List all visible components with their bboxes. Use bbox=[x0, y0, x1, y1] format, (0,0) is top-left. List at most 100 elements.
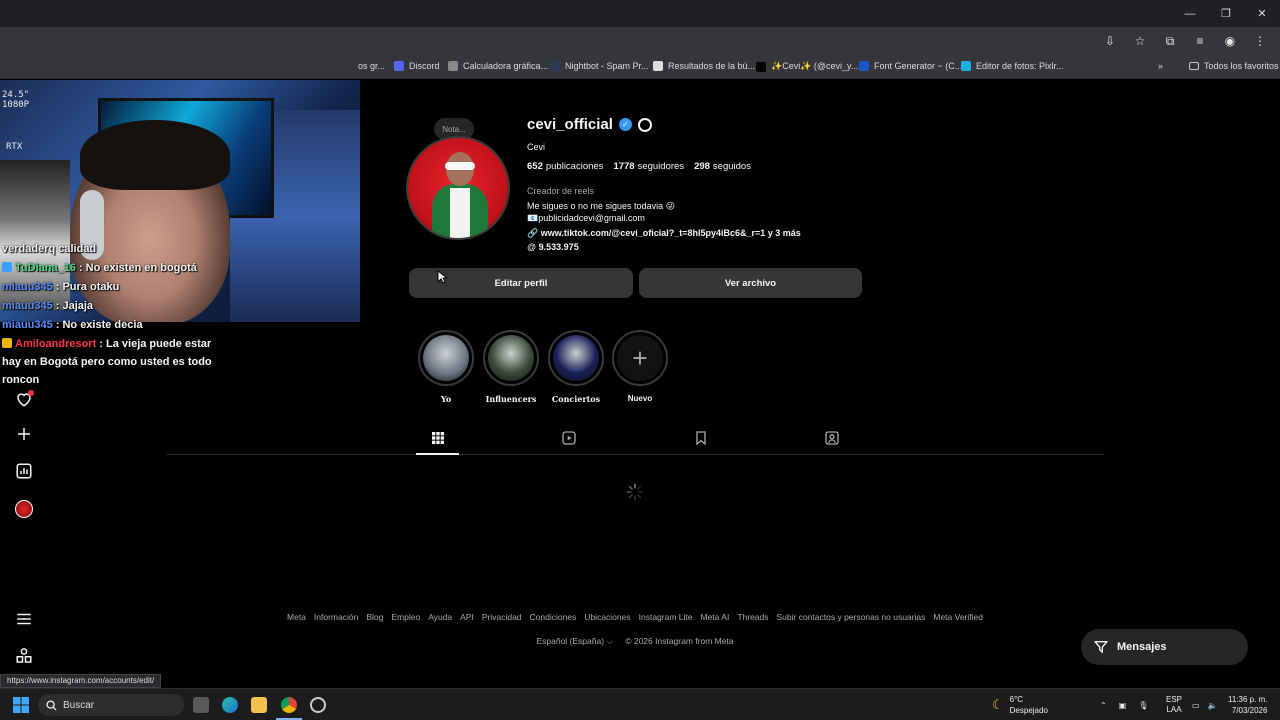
discord-icon bbox=[394, 61, 404, 71]
network-icon[interactable]: ▭ bbox=[1192, 701, 1200, 710]
footer-link[interactable]: Meta bbox=[287, 612, 306, 622]
taskbar-search[interactable]: Buscar bbox=[38, 694, 184, 716]
threads-row[interactable]: @ 9.533.975 bbox=[527, 242, 579, 252]
footer-link[interactable]: API bbox=[460, 612, 474, 622]
clock[interactable]: 11:36 p. m. 7/03/2026 bbox=[1228, 689, 1267, 720]
bookmark-item[interactable]: ✨Cevi✨ (@cevi_y... bbox=[756, 61, 858, 72]
menu-kebab-icon[interactable]: ⋮ bbox=[1248, 29, 1272, 53]
all-bookmarks-label: Todos los favoritos bbox=[1204, 61, 1279, 71]
chat-username: TuDiana_16 bbox=[15, 262, 76, 274]
task-view-icon[interactable] bbox=[193, 697, 209, 713]
highlight-item[interactable]: Conciertos bbox=[548, 330, 604, 404]
tray-app-icon[interactable]: ▣ bbox=[1119, 701, 1127, 710]
posts-count: 652 publicaciones bbox=[527, 161, 604, 172]
footer-link[interactable]: Meta AI bbox=[701, 612, 730, 622]
chat-message: miauu345: Pura otaku bbox=[2, 278, 217, 296]
minimize-button[interactable]: — bbox=[1172, 0, 1208, 27]
followers-count[interactable]: 1778 seguidores bbox=[613, 161, 684, 172]
extensions-icon[interactable]: ⧉ bbox=[1158, 29, 1182, 53]
input-language[interactable]: ESP LAA bbox=[1166, 689, 1182, 720]
chat-message: miauu345: Jajaja bbox=[2, 297, 217, 315]
chat-text: : Pura otaku bbox=[55, 281, 120, 293]
webcam-streamer-hair bbox=[80, 120, 230, 190]
create-plus-icon[interactable] bbox=[15, 425, 33, 443]
windows-start-icon[interactable] bbox=[13, 697, 29, 713]
status-bar-url: https://www.instagram.com/accounts/edit/ bbox=[0, 674, 162, 688]
bookmark-label: Editor de fotos: Pixlr... bbox=[976, 61, 1064, 71]
media-control-icon[interactable]: ≡ bbox=[1188, 29, 1212, 53]
also-from-meta-icon[interactable] bbox=[15, 647, 33, 665]
reels-tab-icon[interactable] bbox=[561, 430, 577, 446]
footer-link[interactable]: Threads bbox=[737, 612, 768, 622]
threads-count: 9.533.975 bbox=[538, 242, 579, 252]
calculator-icon bbox=[448, 61, 458, 71]
following-count[interactable]: 298 seguidos bbox=[694, 161, 751, 172]
lang-line: ESP bbox=[1166, 695, 1183, 704]
highlight-item[interactable]: Influencers bbox=[483, 330, 539, 404]
language-selector[interactable]: Español (España) ⌵ bbox=[536, 636, 612, 646]
chevron-double-right-icon: » bbox=[1158, 61, 1164, 71]
footer-link[interactable]: Meta Verified bbox=[933, 612, 983, 622]
chrome-browser-icon[interactable] bbox=[281, 697, 297, 713]
footer-link[interactable]: Blog bbox=[366, 612, 383, 622]
footer-link[interactable]: Ayuda bbox=[428, 612, 452, 622]
saved-tab-icon[interactable] bbox=[693, 430, 709, 446]
footer-link[interactable]: Subir contactos y personas no usuarias bbox=[777, 612, 926, 622]
search-icon bbox=[46, 699, 57, 711]
new-highlight-button[interactable]: + Nuevo bbox=[612, 330, 668, 403]
instagram-page: 24.5" 1080P RTX verdaderq calidad TuDiana… bbox=[0, 80, 1280, 688]
tray-status-icons: ▭ 🔈 bbox=[1192, 689, 1218, 720]
footer-link[interactable]: Ubicaciones bbox=[584, 612, 630, 622]
app-icon[interactable] bbox=[310, 697, 326, 713]
settings-gear-icon[interactable] bbox=[637, 117, 652, 132]
profile-category: Creador de reels bbox=[527, 186, 595, 196]
messages-button[interactable]: Mensajes bbox=[1081, 629, 1248, 665]
bookmark-item[interactable]: Font Generator ~ (C... bbox=[859, 61, 962, 71]
pixlr-icon bbox=[961, 61, 971, 71]
tagged-tab-icon[interactable] bbox=[824, 430, 840, 446]
view-archive-button[interactable]: Ver archivo bbox=[639, 268, 862, 298]
bookmark-item[interactable]: Nightbot - Spam Pr... bbox=[550, 61, 649, 71]
profile-avatar[interactable] bbox=[406, 136, 510, 240]
weather-widget[interactable]: ☾ 6°C Despejado bbox=[992, 689, 1048, 720]
moon-icon: ☾ bbox=[992, 697, 1004, 712]
dashboard-icon[interactable] bbox=[15, 462, 33, 480]
footer-link[interactable]: Información bbox=[314, 612, 358, 622]
posts-grid-tab-icon[interactable] bbox=[430, 430, 446, 446]
close-button[interactable]: ✕ bbox=[1244, 0, 1280, 27]
bookmark-item[interactable]: Editor de fotos: Pixlr... bbox=[961, 61, 1064, 71]
tray-chevron-up-icon[interactable]: ⌃ bbox=[1100, 701, 1107, 710]
footer-link[interactable]: Condiciones bbox=[530, 612, 577, 622]
footer-bottom: Español (España) ⌵ © 2026 Instagram from… bbox=[0, 636, 1270, 647]
system-tray: ⌃ ▣ 🎙 bbox=[1100, 689, 1148, 720]
clock-time: 11:36 p. m. bbox=[1228, 695, 1268, 704]
install-app-icon[interactable]: ⇩ bbox=[1098, 29, 1122, 53]
bookmark-item[interactable]: os gr... bbox=[358, 61, 385, 71]
clock-date: 7/03/2026 bbox=[1231, 706, 1268, 715]
file-explorer-icon[interactable] bbox=[251, 697, 267, 713]
bookmark-item[interactable]: Discord bbox=[394, 61, 440, 71]
footer-link[interactable]: Privacidad bbox=[482, 612, 522, 622]
highlight-ring bbox=[483, 330, 539, 386]
bookmark-item[interactable]: Calculadora gráfica... bbox=[448, 61, 548, 71]
volume-icon[interactable]: 🔈 bbox=[1208, 701, 1218, 710]
footer-link[interactable]: Empleo bbox=[391, 612, 420, 622]
bookmark-star-icon[interactable]: ☆ bbox=[1128, 29, 1152, 53]
stream-chat-overlay: verdaderq calidad TuDiana_16: No existen … bbox=[2, 240, 217, 390]
highlight-item[interactable]: Yo bbox=[418, 330, 474, 404]
microphone-icon[interactable]: 🎙 bbox=[1138, 701, 1148, 710]
edge-browser-icon[interactable] bbox=[222, 697, 238, 713]
bio-link-row[interactable]: 🔗 www.tiktok.com/@cevi_oficial?_t=8hl5py… bbox=[527, 228, 801, 239]
chat-text: : No existe decia bbox=[55, 319, 143, 331]
profile-nav-avatar[interactable] bbox=[15, 500, 33, 518]
all-bookmarks-button[interactable]: Todos los favoritos bbox=[1189, 61, 1279, 71]
windows-taskbar: Buscar ☾ 6°C Despejado ⌃ ▣ 🎙 ESP LAA ▭ 🔈 bbox=[0, 688, 1280, 720]
profile-avatar-icon[interactable]: ◉ bbox=[1218, 29, 1242, 53]
profile-username-row: cevi_official ✓ bbox=[527, 116, 652, 133]
restore-button[interactable]: ❐ bbox=[1208, 0, 1244, 27]
footer-link[interactable]: Instagram Lite bbox=[639, 612, 693, 622]
avatar-shirt bbox=[450, 188, 470, 238]
bookmark-item[interactable]: Resultados de la bú... bbox=[653, 61, 755, 71]
loading-spinner-icon bbox=[626, 483, 644, 501]
bookmarks-overflow-button[interactable]: » bbox=[1158, 61, 1163, 71]
